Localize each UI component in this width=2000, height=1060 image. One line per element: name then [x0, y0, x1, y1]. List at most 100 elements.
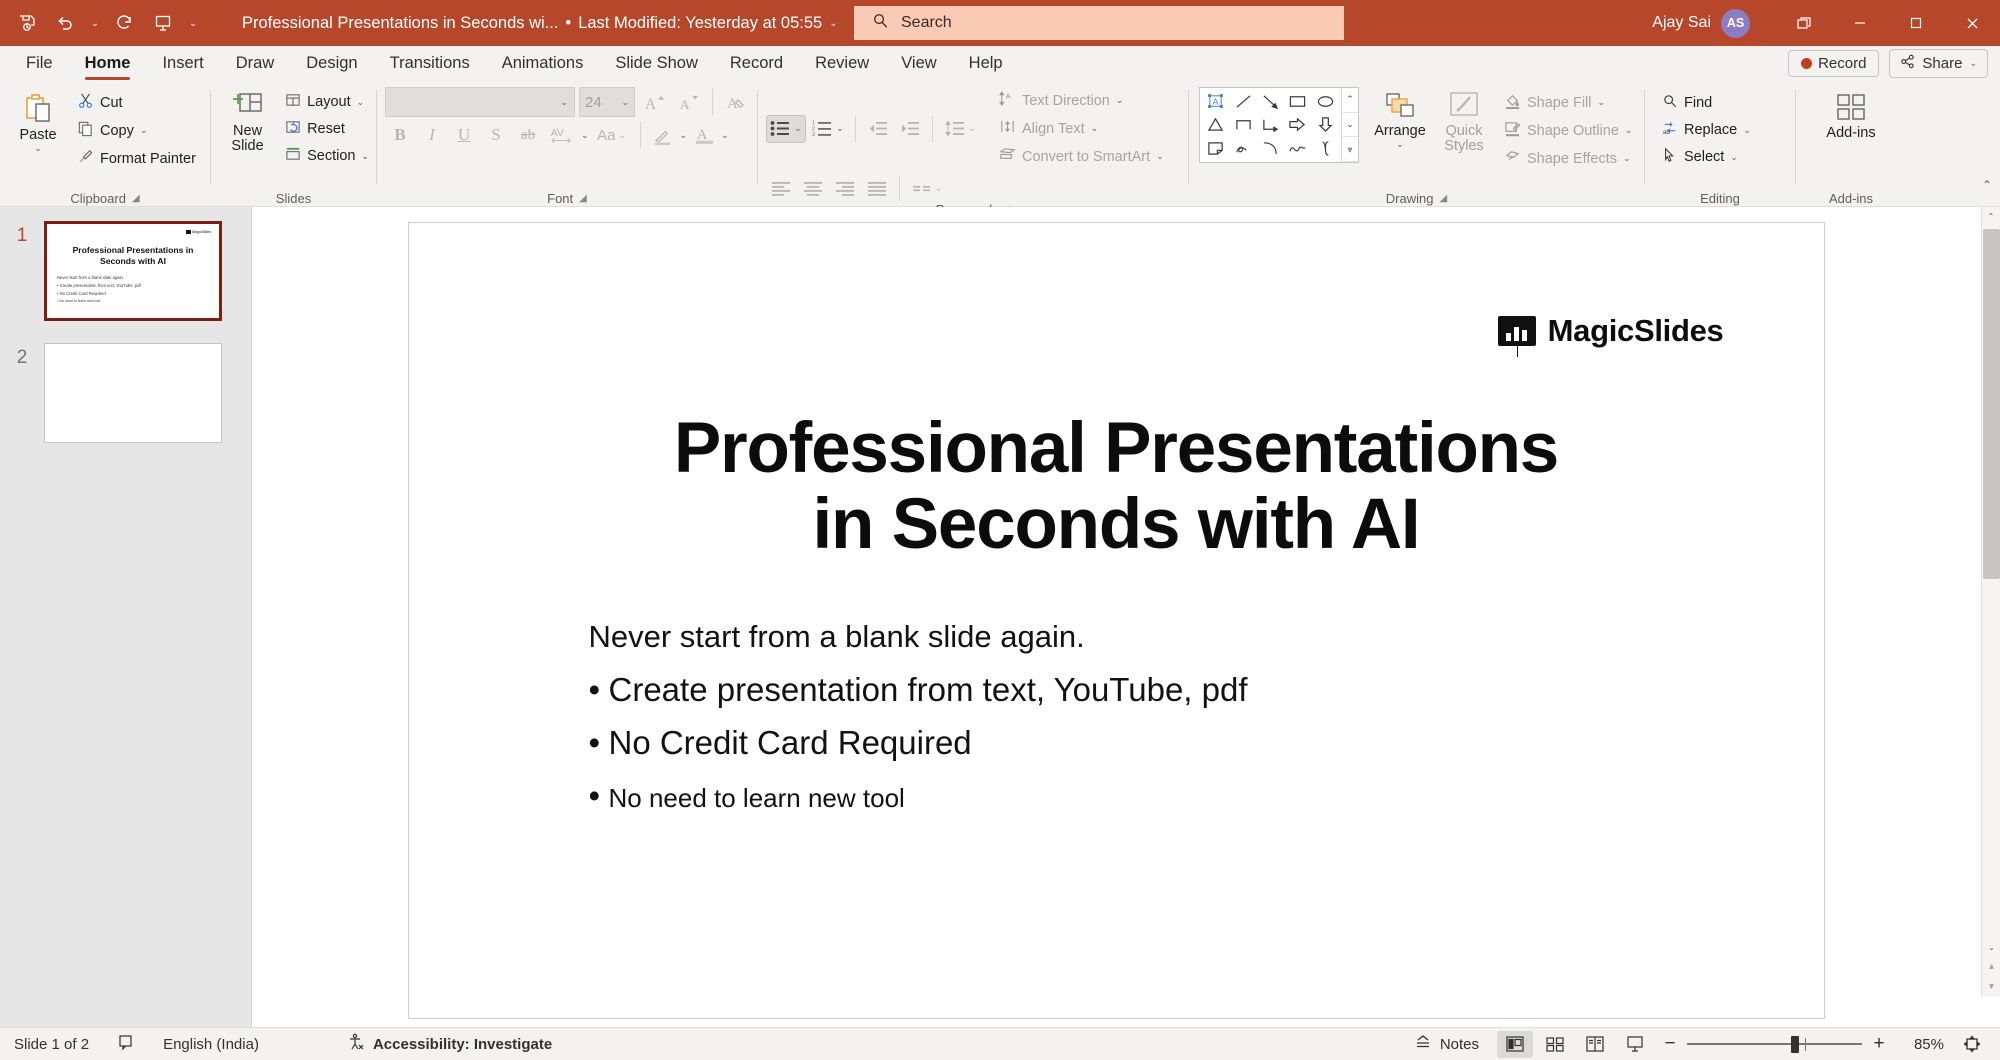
shape-effects-button[interactable]: Shape Effects ⌄	[1497, 145, 1639, 172]
redo-icon[interactable]	[108, 6, 142, 40]
select-caret-icon[interactable]: ⌄	[1730, 152, 1738, 163]
shape-elbow-arrow[interactable]	[1257, 113, 1284, 136]
normal-view-button[interactable]	[1497, 1030, 1533, 1058]
font-name-caret-icon[interactable]: ⌄	[560, 97, 568, 108]
account-button[interactable]: Ajay Sai AS	[1652, 0, 1750, 46]
slide-indicator[interactable]: Slide 1 of 2	[0, 1028, 103, 1060]
shape-folded-corner[interactable]	[1202, 137, 1229, 160]
tab-help[interactable]: Help	[953, 50, 1019, 82]
tab-view[interactable]: View	[885, 50, 952, 82]
document-title-area[interactable]: Professional Presentations in Seconds wi…	[242, 14, 838, 33]
section-button[interactable]: Section ⌄	[278, 143, 376, 169]
tab-review[interactable]: Review	[799, 50, 885, 82]
shapes-gallery-scrollbar[interactable]: ⌃ ⌄ ⩔	[1341, 88, 1358, 163]
tab-transitions[interactable]: Transitions	[374, 50, 486, 82]
reading-view-button[interactable]	[1577, 1031, 1613, 1058]
align-text-caret-icon[interactable]: ⌄	[1091, 123, 1099, 134]
shape-outline-button[interactable]: Shape Outline ⌄	[1497, 117, 1639, 144]
tab-draw[interactable]: Draw	[220, 50, 291, 82]
increase-indent-button[interactable]	[895, 115, 925, 143]
shape-wave[interactable]	[1284, 137, 1311, 160]
text-highlight-color-button[interactable]	[648, 121, 678, 149]
scroll-down-icon[interactable]: ⌄	[1982, 938, 2000, 957]
format-painter-button[interactable]: Format Painter	[70, 145, 203, 172]
tab-insert[interactable]: Insert	[146, 50, 219, 82]
shape-line[interactable]	[1229, 90, 1256, 113]
tab-home[interactable]: Home	[69, 50, 147, 82]
text-shadow-button[interactable]: S	[481, 121, 511, 149]
addins-button[interactable]: Add-ins	[1811, 87, 1891, 145]
tab-slide-show[interactable]: Slide Show	[599, 50, 714, 82]
zoom-slider[interactable]	[1687, 1031, 1862, 1058]
shape-textbox[interactable]: A	[1202, 90, 1229, 113]
increase-font-size-button[interactable]: A	[639, 88, 669, 116]
close-icon[interactable]	[1944, 0, 2000, 46]
align-left-button[interactable]	[766, 174, 796, 202]
record-button[interactable]: Record	[1788, 50, 1880, 77]
font-color-caret-icon[interactable]: ⌄	[721, 130, 729, 141]
text-direction-caret-icon[interactable]: ⌄	[1116, 95, 1124, 106]
reset-button[interactable]: Reset	[278, 116, 376, 142]
language-indicator[interactable]: English (India)	[149, 1028, 273, 1060]
save-icon[interactable]	[10, 6, 44, 40]
font-color-button[interactable]: A	[689, 121, 719, 149]
zoom-percentage[interactable]: 85%	[1896, 1036, 1950, 1053]
copy-button[interactable]: Copy ⌄	[70, 117, 203, 144]
align-text-button[interactable]: Align Text ⌄	[992, 115, 1171, 142]
shape-outline-caret-icon[interactable]: ⌄	[1625, 125, 1633, 136]
text-direction-button[interactable]: A Text Direction ⌄	[992, 87, 1171, 114]
replace-button[interactable]: ab Replace ⌄	[1655, 117, 1758, 143]
line-spacing-button[interactable]: ⌄	[940, 115, 980, 143]
arrange-button[interactable]: Arrange ⌄	[1367, 87, 1433, 154]
character-spacing-caret-icon[interactable]: ⌄	[581, 130, 589, 141]
section-caret-icon[interactable]: ⌄	[361, 151, 369, 162]
scroll-up-icon[interactable]: ⌃	[1982, 207, 2000, 226]
undo-dropdown-icon[interactable]: ⌄	[86, 6, 104, 40]
character-spacing-button[interactable]: AV	[545, 121, 579, 149]
shape-right-arrow[interactable]	[1284, 113, 1311, 136]
paste-button[interactable]: Paste ⌄	[10, 87, 66, 158]
slide-canvas[interactable]: MagicSlides Professional Presentations i…	[407, 222, 1825, 1019]
shapes-more-icon[interactable]: ⩔	[1342, 137, 1358, 163]
decrease-font-size-button[interactable]: A	[673, 88, 703, 116]
italic-button[interactable]: I	[417, 121, 447, 149]
zoom-slider-handle[interactable]	[1791, 1035, 1799, 1053]
layout-caret-icon[interactable]: ⌄	[357, 97, 365, 108]
minimize-icon[interactable]	[1832, 0, 1888, 46]
start-presentation-icon[interactable]	[146, 6, 180, 40]
justify-button[interactable]	[862, 174, 892, 202]
shape-scribble[interactable]	[1229, 137, 1256, 160]
undo-icon[interactable]	[48, 6, 82, 40]
title-dropdown-icon[interactable]: ⌄	[829, 18, 837, 29]
slide-sorter-view-button[interactable]	[1537, 1031, 1573, 1058]
cut-button[interactable]: Cut	[70, 89, 203, 116]
align-center-button[interactable]	[798, 174, 828, 202]
shape-left-brace[interactable]	[1312, 137, 1339, 160]
zoom-in-button[interactable]: +	[1866, 1033, 1892, 1055]
bold-button[interactable]: B	[385, 121, 415, 149]
shape-fill-caret-icon[interactable]: ⌄	[1597, 97, 1605, 108]
tab-record[interactable]: Record	[714, 50, 799, 82]
shapes-gallery[interactable]: A ⌃ ⌄ ⩔	[1199, 87, 1359, 163]
shape-rectangle[interactable]	[1284, 90, 1311, 113]
shape-curve[interactable]	[1257, 137, 1284, 160]
smartart-caret-icon[interactable]: ⌄	[1156, 151, 1164, 162]
share-button[interactable]: Share ⌄	[1889, 49, 1988, 78]
quick-styles-button[interactable]: Quick Styles	[1433, 87, 1495, 158]
slide-thumbnail-2[interactable]	[44, 343, 222, 443]
slide-title-placeholder[interactable]: Professional Presentations in Seconds wi…	[469, 411, 1764, 563]
drawing-dialog-launcher[interactable]: ◢	[1439, 193, 1447, 204]
accessibility-button[interactable]: Accessibility: Investigate	[333, 1028, 566, 1060]
next-slide-icon[interactable]: ⩔	[1982, 976, 2000, 995]
paste-caret-icon[interactable]: ⌄	[34, 143, 42, 154]
font-name-input[interactable]: ⌄	[385, 87, 575, 117]
shapes-scroll-down-icon[interactable]: ⌄	[1342, 113, 1358, 138]
shape-effects-caret-icon[interactable]: ⌄	[1623, 153, 1631, 164]
vertical-scrollbar[interactable]: ⌃ ⌄ ⩓ ⩔	[1981, 207, 2000, 997]
underline-button[interactable]: U	[449, 121, 479, 149]
slide-thumbnail-1[interactable]: MagicSlides Professional Presentations i…	[44, 221, 222, 321]
font-dialog-launcher[interactable]: ◢	[579, 193, 587, 204]
copy-caret-icon[interactable]: ⌄	[140, 125, 148, 136]
strikethrough-button[interactable]: ab	[513, 121, 543, 149]
spell-check-button[interactable]	[103, 1028, 149, 1060]
